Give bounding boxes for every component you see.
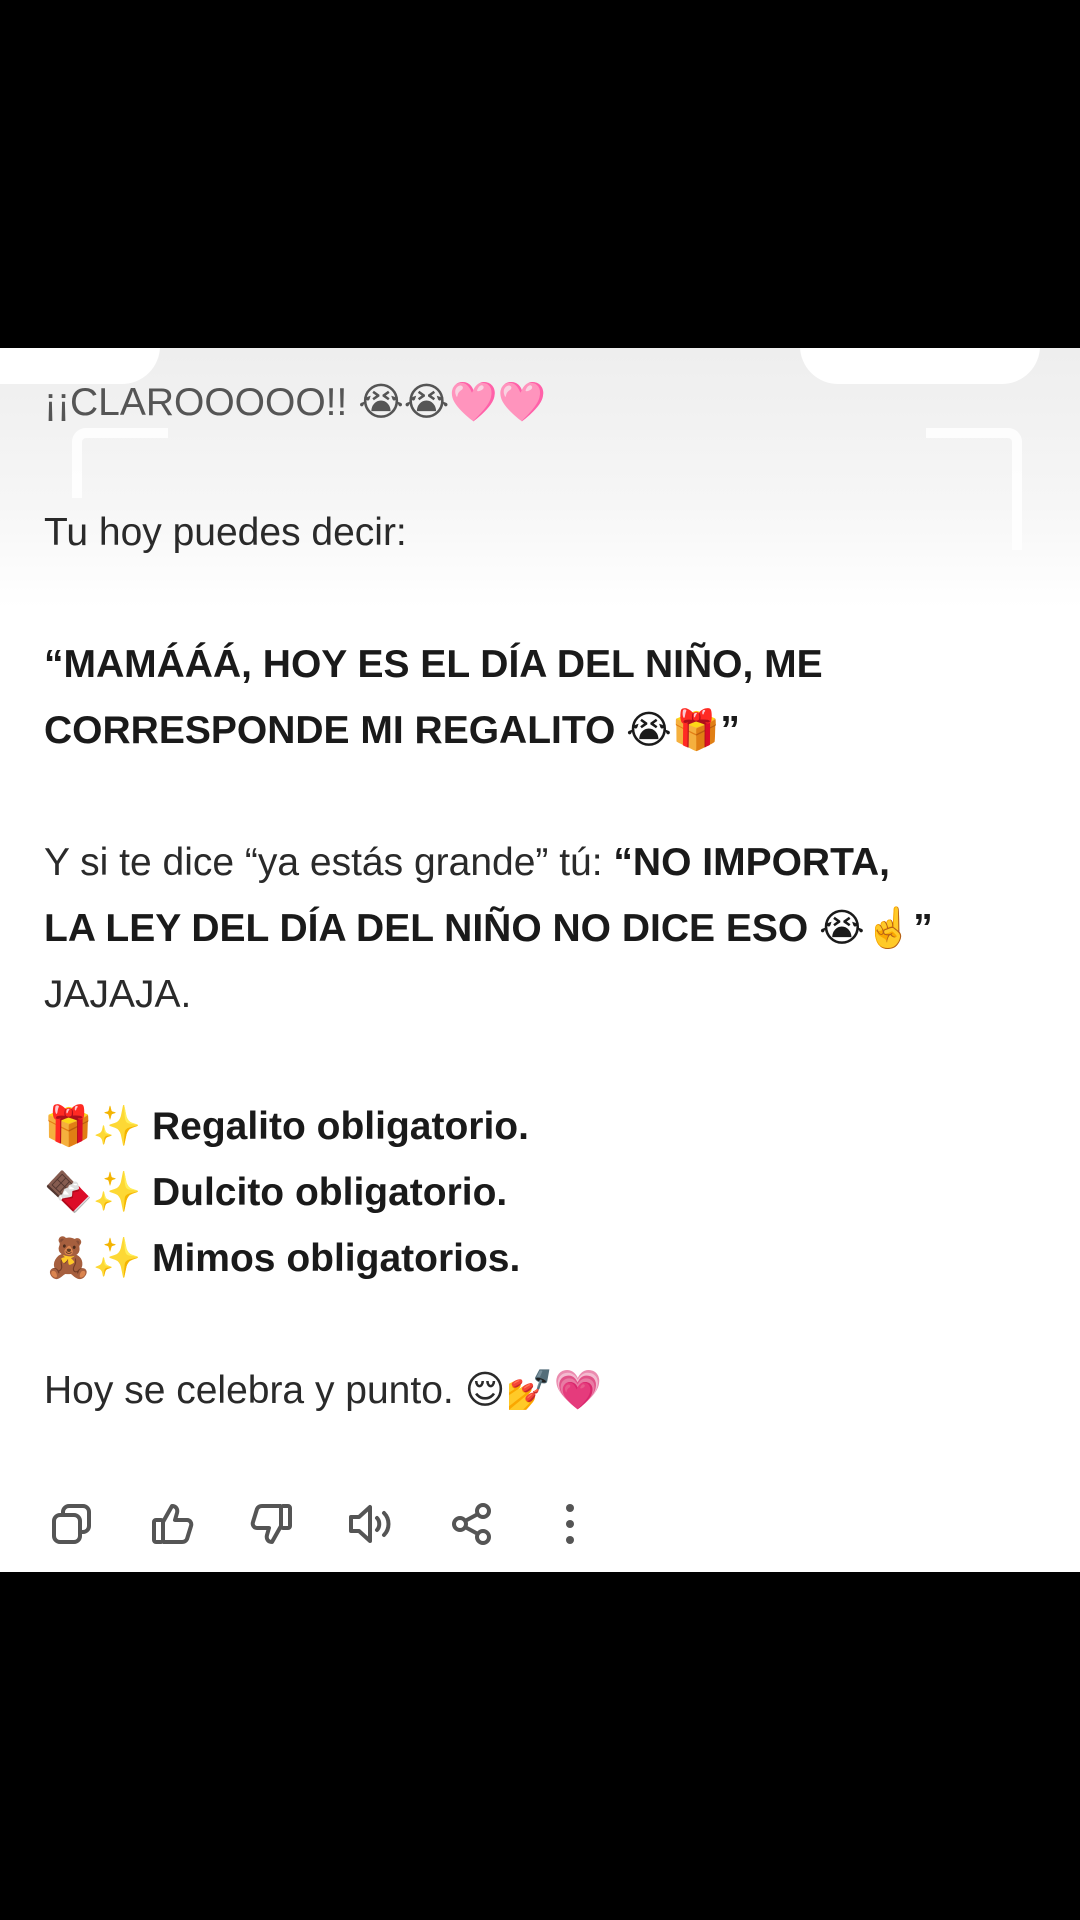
list-item-text: Regalito obligatorio. — [151, 1105, 529, 1148]
dislike-button[interactable] — [242, 1494, 302, 1554]
relieved-nails-heart-emoji: 😌💅💗 — [464, 1368, 603, 1413]
more-options-icon — [566, 1504, 574, 1544]
laugh-text: JAJAJA. — [44, 973, 192, 1016]
list-item-text: Dulcito obligatorio. — [151, 1171, 508, 1214]
intro-line: Tu hoy puedes decir: — [44, 500, 407, 566]
reply-line-2: LA LEY DEL DÍA DEL NIÑO NO DICE ESO 😭☝️” — [44, 896, 933, 962]
list-item-text: Mimos obligatorios. — [151, 1237, 521, 1280]
gift-sparkles-emoji: 🎁✨ — [44, 1104, 142, 1149]
reply-prefix: Y si te dice “ya estás grande” tú: — [44, 841, 614, 884]
background-bracket-right — [926, 428, 1022, 550]
chat-response-card: ¡¡CLAROOOOO!! 😭😭🩷🩷 Tu hoy puedes decir: … — [0, 348, 1080, 1572]
teddy-sparkles-emoji: 🧸✨ — [44, 1236, 142, 1281]
reply-line-1: Y si te dice “ya estás grande” tú: “NO I… — [44, 830, 890, 896]
more-options-button[interactable] — [540, 1494, 600, 1554]
quote-text-1: “MAMÁÁÁ, HOY ES EL DÍA DEL NIÑO, ME — [44, 643, 823, 686]
chocolate-sparkles-emoji: 🍫✨ — [44, 1170, 142, 1215]
copy-icon — [52, 1504, 91, 1544]
copy-button[interactable] — [42, 1494, 102, 1554]
like-button[interactable] — [142, 1494, 202, 1554]
quote-close-mark: ” — [720, 709, 740, 752]
list-item-teddy: 🧸✨ Mimos obligatorios. — [44, 1226, 520, 1292]
quote-line-2: CORRESPONDE MI REGALITO 😭🎁” — [44, 698, 740, 764]
list-item-gift: 🎁✨ Regalito obligatorio. — [44, 1094, 529, 1160]
laugh-line: JAJAJA. — [44, 962, 191, 1028]
crying-gift-emoji: 😭🎁 — [626, 708, 721, 753]
bottom-black-bar — [0, 1572, 1080, 1920]
background-bracket-left — [72, 428, 168, 498]
quote-line-1: “MAMÁÁÁ, HOY ES EL DÍA DEL NIÑO, ME — [44, 632, 823, 698]
quote-text-2: CORRESPONDE MI REGALITO — [44, 709, 627, 752]
response-action-bar — [0, 1494, 1080, 1554]
top-black-bar — [0, 0, 1080, 348]
share-icon — [452, 1503, 491, 1545]
reply-bold-2: LA LEY DEL DÍA DEL NIÑO NO DICE ESO — [44, 907, 820, 950]
list-item-chocolate: 🍫✨ Dulcito obligatorio. — [44, 1160, 507, 1226]
exclamation-line: ¡¡CLAROOOOO!! 😭😭🩷🩷 — [44, 370, 546, 436]
crying-hearts-emoji: 😭😭🩷🩷 — [358, 380, 547, 425]
closing-line: Hoy se celebra y punto. 😌💅💗 — [44, 1358, 602, 1424]
background-pill-right — [800, 348, 1040, 384]
reply-bold-1: “NO IMPORTA, — [613, 841, 891, 884]
exclamation-text: ¡¡CLAROOOOO!! — [44, 381, 359, 424]
share-button[interactable] — [442, 1494, 502, 1554]
thumbs-down-icon — [250, 1504, 292, 1544]
closing-text: Hoy se celebra y punto. — [44, 1369, 465, 1412]
crying-finger-emoji: 😭☝️ — [819, 906, 914, 951]
thumbs-up-icon — [152, 1504, 194, 1544]
read-aloud-button[interactable] — [342, 1494, 402, 1554]
reply-close-mark: ” — [913, 907, 933, 950]
intro-text: Tu hoy puedes decir: — [44, 511, 407, 554]
read-aloud-icon — [349, 1505, 391, 1543]
